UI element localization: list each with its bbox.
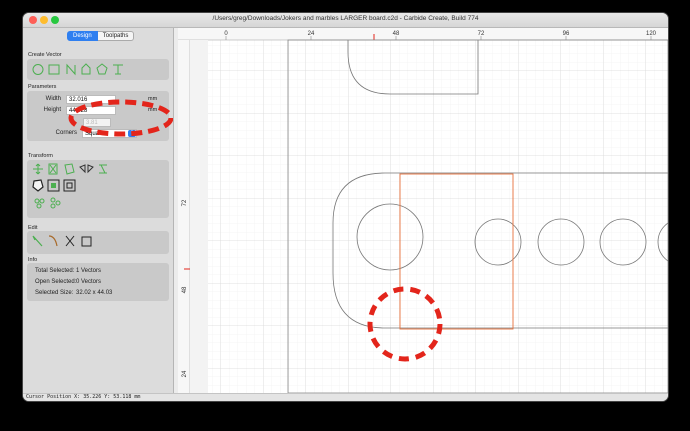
node-edit-icon[interactable] <box>32 235 43 247</box>
height-label: Height <box>43 107 61 113</box>
ruler-label-y: 48 <box>182 286 188 293</box>
top-ruler <box>178 28 668 40</box>
ruler-label-x: 120 <box>646 31 657 37</box>
rectangle-tool-icon[interactable] <box>48 64 60 75</box>
create-vector-title: Create Vector <box>28 52 62 58</box>
app-window: /Users/greg/Downloads/Jokers and marbles… <box>23 13 668 401</box>
transform-panel <box>27 160 169 218</box>
corners-select[interactable]: Square ⌃ <box>82 129 137 138</box>
width-unit: mm <box>148 96 158 102</box>
align-tool-icon[interactable] <box>99 164 107 174</box>
parameters-title: Parameters <box>28 84 57 90</box>
create-vector-panel <box>27 59 169 80</box>
info-open-selected-value: 0 Vectors <box>76 279 102 285</box>
curve-tool-icon[interactable] <box>66 63 76 76</box>
transform-title: Transform <box>28 153 53 159</box>
left-ruler <box>178 40 190 393</box>
ruler-label-x: 96 <box>563 31 570 37</box>
array-tool-icon[interactable] <box>34 198 45 209</box>
fillet-tool-icon[interactable] <box>48 235 58 247</box>
cursor-position-readout: Cursor Position X: 35.226 Y: 53.118 mm <box>26 394 141 400</box>
rotate-tool-icon[interactable] <box>64 163 75 175</box>
scale-tool-icon[interactable] <box>48 163 58 175</box>
corners-value: Square <box>85 131 105 137</box>
ruler-label-x: 72 <box>478 31 485 37</box>
text-tool-icon[interactable] <box>113 64 123 75</box>
info-open-selected-label: Open Selected: <box>35 279 77 285</box>
polygon-tool-icon[interactable] <box>81 63 91 75</box>
ruler-label-x: 24 <box>308 31 315 37</box>
chevron-down-icon: ⌃ <box>128 130 136 137</box>
parameters-panel: Width 32.016 mm Height 44.028 mm 3.81 Co… <box>27 91 169 141</box>
title-bar: /Users/greg/Downloads/Jokers and marbles… <box>23 13 668 28</box>
material-margin <box>190 40 208 393</box>
circle-tool-icon[interactable] <box>32 64 44 75</box>
corners-label: Corners <box>55 130 77 136</box>
info-total-selected-label: Total Selected: <box>35 268 75 274</box>
width-field[interactable]: 32.016 <box>66 95 116 104</box>
join-tool-icon[interactable] <box>81 236 92 247</box>
ruler-label-y: 72 <box>182 199 188 206</box>
trim-tool-icon[interactable] <box>65 235 75 247</box>
star-polygon-tool-icon[interactable] <box>96 63 108 75</box>
circular-array-tool-icon[interactable] <box>50 197 61 209</box>
height-field[interactable]: 44.028 <box>66 106 116 115</box>
info-selected-size-value: 32.02 x 44.03 <box>76 290 113 296</box>
tab-toolpaths[interactable]: Toolpaths <box>97 31 135 41</box>
window-title: /Users/greg/Downloads/Jokers and marbles… <box>212 15 479 22</box>
ruler-label-x: 48 <box>393 31 400 37</box>
mode-tabs: Design Toolpaths <box>67 31 135 41</box>
height-unit: mm <box>148 107 158 113</box>
weld-tool-icon[interactable] <box>32 179 44 192</box>
info-panel: Total Selected: 1 Vectors Open Selected:… <box>27 263 169 301</box>
ruler-label-y: 24 <box>182 370 188 377</box>
status-bar: Cursor Position X: 35.226 Y: 53.118 mm <box>23 393 668 401</box>
mirror-tool-icon[interactable] <box>79 164 94 174</box>
tab-design[interactable]: Design <box>67 31 98 41</box>
info-selected-size-label: Selected Size: <box>35 290 74 296</box>
grid <box>208 40 668 393</box>
corner-radius-field[interactable]: 3.81 <box>83 118 111 127</box>
move-tool-icon[interactable] <box>33 163 43 175</box>
design-canvas[interactable]: 0 24 48 72 96 120 72 48 24 <box>178 28 668 393</box>
sidebar: Design Toolpaths Create Vector Parameter… <box>23 28 174 393</box>
offset-tool-icon[interactable] <box>63 179 76 192</box>
info-total-selected-value: 1 Vectors <box>76 268 102 274</box>
width-label: Width <box>45 96 61 102</box>
edit-panel <box>27 231 169 254</box>
